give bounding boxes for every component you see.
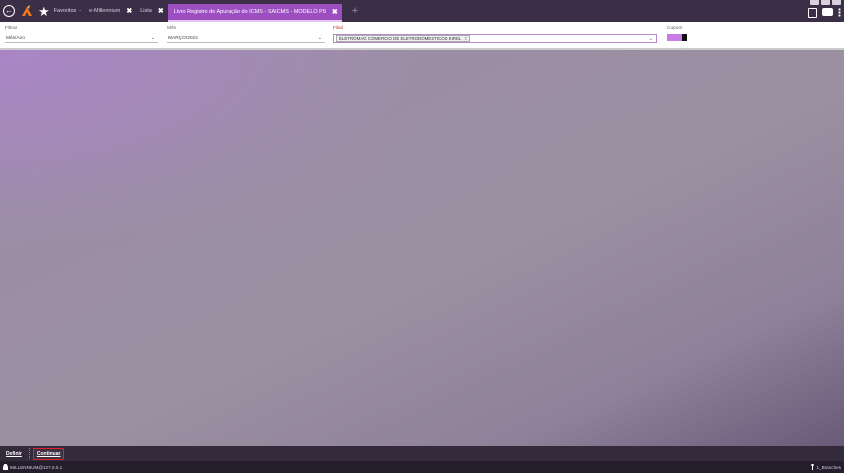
filial-field: Filial ELETROMAG COMERCIO DE ELETRODOMES… [333,26,657,43]
filtrar-label: Filtrar [5,26,18,31]
tab-label: Lista [140,8,152,14]
tab-suffix: - [79,8,82,14]
close-window-button[interactable] [832,0,841,5]
app-logo-icon[interactable] [21,5,33,17]
status-branches[interactable]: 1_Branches [811,464,841,470]
cupom-label: Cupom [667,26,683,31]
chevron-down-icon: ⌄ [648,35,653,42]
tab-livro-registro[interactable]: Livro Registro de Apuração do ICMS - SAI… [167,4,342,22]
back-arrow-icon[interactable]: ← [3,5,15,17]
filter-bar: Filtrar Mês/Ano ⌄ Mês MARÇO/2022 ⌄ Filia… [0,22,844,50]
clipboard-icon[interactable] [808,8,817,18]
filtrar-value: Mês/Ano [6,35,25,41]
mes-label: Mês [167,26,177,31]
chip-close-icon[interactable]: x [464,36,467,42]
close-icon[interactable]: ✖ [332,8,338,16]
mes-value: MARÇO/2022 [168,35,198,41]
user-icon [3,464,8,470]
top-right-icons [808,8,841,18]
filial-select[interactable]: ELETROMAG COMERCIO DE ELETRODOMESTICOS E… [333,34,657,43]
top-bar: ← ★ Favoritos - e-Millennium ✖ Lista ✖ L… [0,0,844,22]
mes-select[interactable]: MARÇO/2022 ⌄ [167,34,325,43]
cupom-toggle[interactable] [667,34,687,41]
tab-label: e-Millennium [89,8,121,14]
close-icon[interactable]: ✖ [126,7,132,15]
tab-favoritos[interactable]: Favoritos - [50,0,85,22]
filial-chip-label: ELETROMAG COMERCIO DE ELETRODOMESTICOS E… [339,35,462,41]
status-bar: MILLENNIUM@127.0.0.1 1_Branches [0,461,844,473]
status-branches-text: 1_Branches [816,464,841,470]
continuar-button[interactable]: Continuar [32,447,65,460]
filial-chip[interactable]: ELETROMAG COMERCIO DE ELETRODOMESTICOS E… [336,35,470,42]
window-controls [810,0,841,5]
tab-e-millennium[interactable]: e-Millennium ✖ [85,0,136,22]
more-icon[interactable] [838,8,841,17]
chevron-down-icon: ⌄ [150,35,155,41]
filial-label: Filial [333,26,343,31]
toggle-knob [682,34,687,41]
tab-lista[interactable]: Lista ✖ [136,0,168,22]
status-user-text: MILLENNIUM@127.0.0.1 [10,464,63,470]
filtrar-select[interactable]: Mês/Ano ⌄ [5,34,158,43]
maximize-button[interactable] [821,0,830,5]
add-tab-button[interactable]: + [352,5,358,17]
mes-field: Mês MARÇO/2022 ⌄ [167,26,325,43]
bottom-action-bar: Definir Continuar [0,446,844,461]
tab-label: Livro Registro de Apuração do ICMS - SAI… [173,9,326,15]
star-icon[interactable]: ★ [38,5,50,18]
cupom-field: Cupom [667,26,697,41]
close-icon[interactable]: ✖ [158,7,164,15]
chevron-down-icon: ⌄ [317,35,322,41]
chat-icon[interactable] [822,8,833,16]
divider [28,448,30,459]
main-content-area [0,50,844,446]
tab-label: Favoritos [53,8,77,14]
minimize-button[interactable] [810,0,819,5]
status-user: MILLENNIUM@127.0.0.1 [3,464,62,470]
filtrar-field: Filtrar Mês/Ano ⌄ [5,26,158,43]
branch-icon [811,464,815,470]
definir-button[interactable]: Definir [3,449,25,459]
